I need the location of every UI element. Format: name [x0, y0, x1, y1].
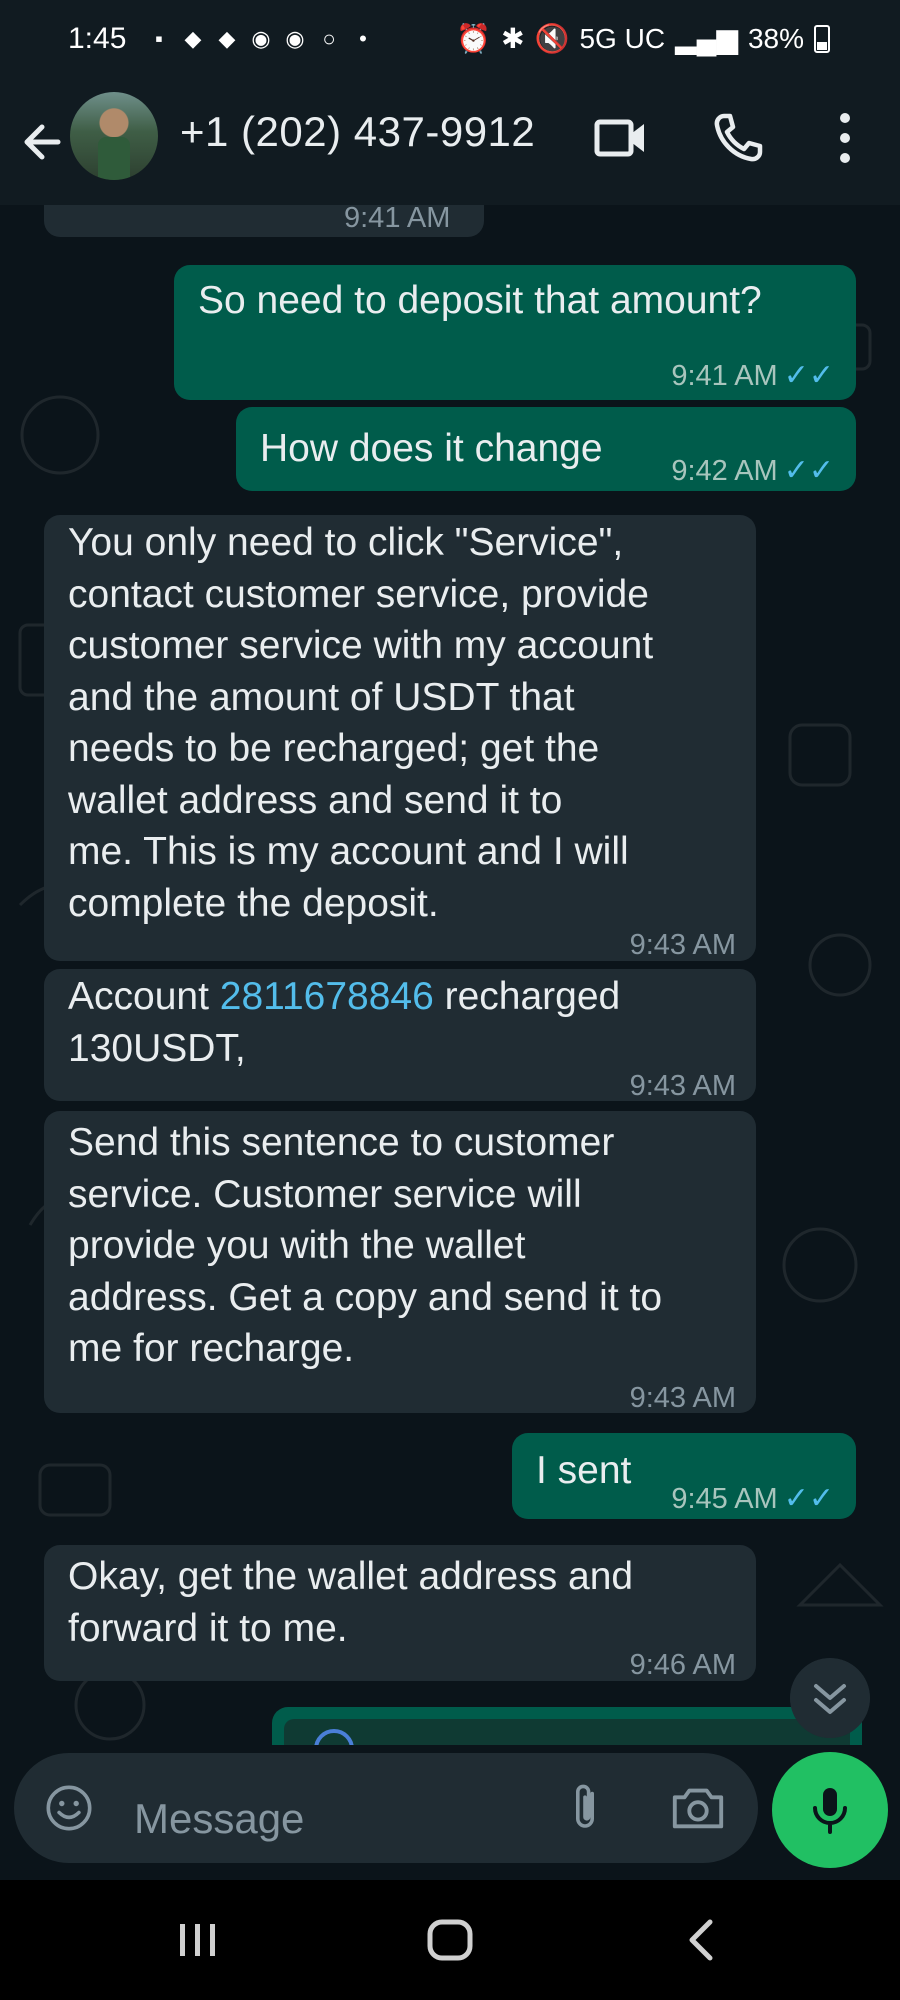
message-outgoing[interactable]: So need to deposit that amount? 9:41 AM ✓…: [174, 265, 856, 400]
message-text-prefix: Account: [68, 975, 220, 1018]
message-text: Account 2811678846 recharged 130USDT,: [68, 971, 620, 1074]
signal-icon: ▂▄▆: [675, 23, 738, 54]
messenger-notification-icon: ◉: [285, 26, 305, 51]
message-time: 9:43 AM: [629, 1382, 736, 1414]
message-incoming[interactable]: understand 9:41 AM: [44, 205, 484, 237]
message-incoming[interactable]: Send this sentence to customer service. …: [44, 1111, 756, 1414]
message-incoming[interactable]: You only need to click "Service", contac…: [44, 515, 756, 961]
snapchat-notification-icon: ◆: [184, 26, 202, 51]
message-time: 9:41 AM: [671, 360, 778, 392]
message-text: So need to deposit that amount?: [198, 279, 762, 322]
message-text: Okay, get the wallet address and forward…: [68, 1555, 634, 1650]
network-type: 5G UC: [579, 22, 666, 54]
microphone-icon: [813, 1788, 847, 1834]
message-meta: 9:41 AM ✓✓: [671, 350, 834, 403]
alarm-icon: ⏰: [456, 23, 492, 54]
emoji-icon[interactable]: [42, 1781, 96, 1835]
message-text: I sent: [536, 1449, 632, 1492]
more-notifications-dot-icon: •: [359, 26, 367, 51]
attach-icon[interactable]: [567, 1780, 603, 1836]
message-input[interactable]: Message: [14, 1753, 758, 1863]
notification-icons: ▪ ◆ ◆ ◉ ◉ ○ •: [146, 26, 376, 52]
battery-percent: 38%: [747, 22, 804, 54]
message-outgoing[interactable]: How does it change 9:42 AM ✓✓: [236, 407, 856, 491]
home-icon[interactable]: [420, 1910, 480, 1970]
read-receipt-icon: ✓✓: [783, 359, 834, 392]
whatsapp-notification-icon: ○: [322, 26, 336, 51]
voice-call-icon[interactable]: [710, 110, 770, 166]
battery-icon: [814, 24, 830, 53]
video-call-icon[interactable]: [592, 110, 652, 166]
system-nav-bar: [0, 1880, 900, 2000]
recent-apps-icon[interactable]: [168, 1910, 228, 1970]
contact-name[interactable]: +1 (202) 437-9912: [180, 108, 535, 156]
message-incoming[interactable]: Account 2811678846 recharged 130USDT, 9:…: [44, 969, 756, 1102]
message-time: 9:41 AM: [344, 205, 451, 234]
scroll-to-bottom-icon[interactable]: [790, 1658, 870, 1738]
message-time: 9:46 AM: [629, 1649, 736, 1681]
message-time: 9:43 AM: [629, 929, 736, 961]
message-time: 9:42 AM: [671, 455, 778, 487]
read-receipt-icon: ✓✓: [783, 454, 834, 487]
message-text: understand: [70, 205, 265, 215]
status-bar: 1:45 ▪ ◆ ◆ ◉ ◉ ○ • ⏰ ✱ 🔇 5G UC ▂▄▆ 38%: [0, 0, 900, 80]
contact-avatar[interactable]: [70, 92, 158, 180]
snapchat-notification-icon: ◆: [218, 26, 236, 51]
message-notification-icon: ▪: [155, 26, 163, 51]
camera-icon[interactable]: [669, 1783, 727, 1833]
message-incoming[interactable]: Okay, get the wallet address and forward…: [44, 1545, 756, 1681]
bluetooth-icon: ✱: [501, 23, 525, 54]
message-text: Send this sentence to customer service. …: [68, 1121, 663, 1370]
message-time: 9:43 AM: [629, 1070, 736, 1102]
more-options-icon[interactable]: [815, 110, 875, 166]
mute-icon: 🔇: [534, 23, 570, 54]
account-number-link[interactable]: 2811678846: [220, 975, 434, 1018]
message-placeholder: Message: [134, 1795, 305, 1842]
message-meta: 9:42 AM ✓✓: [671, 445, 834, 498]
composer-bar: Message: [0, 1745, 900, 1880]
message-text: How does it change: [260, 427, 603, 470]
back-arrow-icon[interactable]: [18, 112, 66, 172]
read-receipt-icon: ✓✓: [783, 1482, 834, 1515]
message-time: 9:45 AM: [671, 1483, 778, 1515]
back-nav-icon[interactable]: [672, 1910, 732, 1970]
message-outgoing[interactable]: I sent 9:45 AM ✓✓: [512, 1433, 856, 1519]
message-meta: 9:45 AM ✓✓: [671, 1473, 834, 1526]
voice-message-button[interactable]: [772, 1752, 888, 1868]
message-text: You only need to click "Service", contac…: [68, 521, 654, 925]
messenger-notification-icon: ◉: [251, 26, 271, 51]
status-time: 1:45: [68, 22, 127, 55]
system-status: ⏰ ✱ 🔇 5G UC ▂▄▆ 38%: [456, 22, 830, 55]
chat-area[interactable]: understand 9:41 AM So need to deposit th…: [0, 205, 900, 1875]
